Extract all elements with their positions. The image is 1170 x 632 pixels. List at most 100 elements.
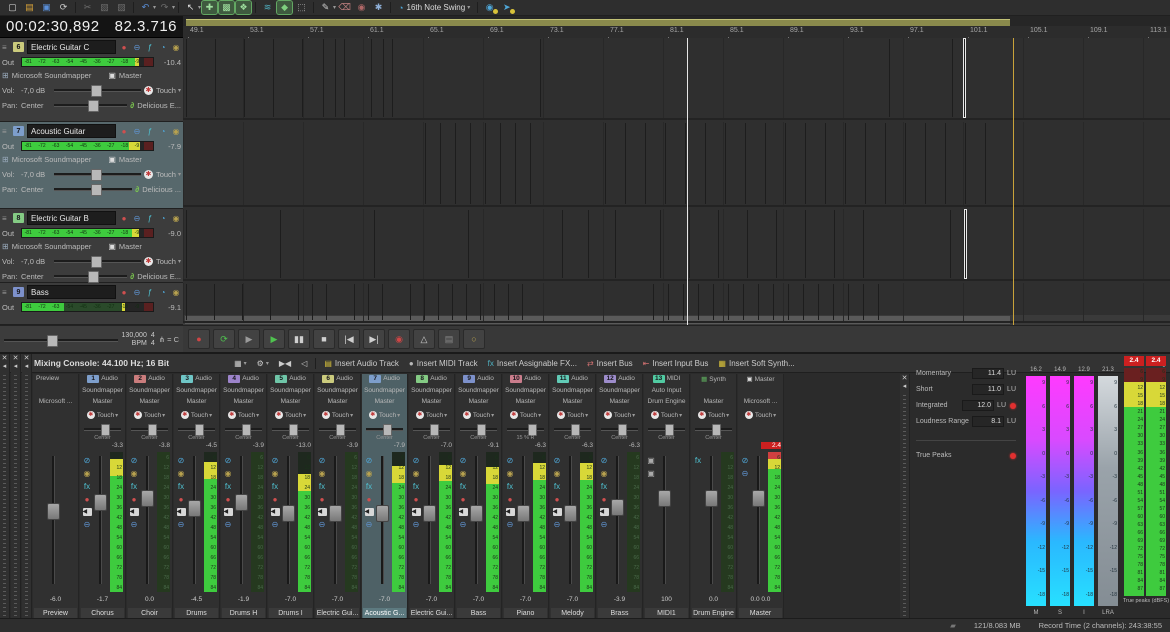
record-button[interactable]: ● xyxy=(188,329,210,349)
automation-mode[interactable]: Touch xyxy=(426,412,443,419)
audio-clip[interactable]: Del+5 xyxy=(785,123,786,204)
copy-icon[interactable]: ▧ xyxy=(97,1,112,14)
device-selector[interactable]: Microsoft Soundmapper xyxy=(12,155,92,164)
audio-clip[interactable]: Del xyxy=(685,123,686,204)
mute-icon[interactable]: ⊖ xyxy=(81,518,93,531)
audio-clip[interactable]: ∂ Del+3 xyxy=(689,210,690,278)
audio-clip[interactable]: ∂ Del xyxy=(805,210,806,278)
redo-icon[interactable]: ↷ xyxy=(157,1,172,14)
mixer-channel-strip[interactable]: 10AudioSoundmapperMaster✱Touch▾15 % R⊘◉f… xyxy=(503,374,549,620)
audio-clip[interactable]: Del-3 ( xyxy=(485,123,486,204)
audio-clip[interactable]: Del xyxy=(455,123,456,204)
solo-icon[interactable]: ◉ xyxy=(410,467,422,480)
pan-value[interactable]: Center xyxy=(21,272,51,281)
audio-clip[interactable]: ∂ Delic-5 (C)fx xyxy=(392,39,393,117)
dropdown-caret-icon[interactable]: ▾ xyxy=(397,412,400,419)
fx-icon[interactable]: fx xyxy=(128,480,140,493)
phase-invert-icon[interactable]: ⊘ xyxy=(316,454,328,467)
fx-chain-name[interactable]: Delicious E... xyxy=(137,272,181,281)
device-selector[interactable]: Microsoft Soundmapper xyxy=(12,242,92,251)
mute-icon[interactable]: ⊖ xyxy=(551,518,563,531)
phase-invert-icon[interactable]: ⊘ xyxy=(128,454,140,467)
track-fx-icon[interactable]: ƒ xyxy=(145,42,155,52)
audio-clip[interactable]: Del xyxy=(818,284,819,320)
track-fx-icon[interactable]: ƒ xyxy=(145,126,155,136)
record-arm-icon[interactable]: ● xyxy=(551,493,563,506)
audio-clip[interactable]: ∂ Del xyxy=(588,210,589,278)
phase-invert-icon[interactable]: ⊘ xyxy=(410,454,422,467)
fx-icon[interactable]: fx xyxy=(551,480,563,493)
pan-slider[interactable] xyxy=(648,424,685,434)
automation-mode[interactable]: Touch xyxy=(473,412,490,419)
automation-settings-icon[interactable]: ✱ xyxy=(416,411,424,419)
automation-settings-icon[interactable]: ✱ xyxy=(322,411,330,419)
event-tool-button[interactable]: ▤ xyxy=(438,329,460,349)
input-monitor-icon[interactable]: ◀ xyxy=(130,508,139,516)
pan-value[interactable]: Center xyxy=(21,101,51,110)
pan-slider[interactable] xyxy=(366,424,403,434)
audio-clip[interactable]: Del-5 ( xyxy=(745,123,746,204)
solo-icon[interactable]: ◉ xyxy=(457,467,469,480)
audio-clip[interactable]: ∂ Delic-3 (A)fx xyxy=(280,210,281,278)
solo-icon[interactable]: ◉ xyxy=(363,467,375,480)
time-signature-bottom[interactable]: 4 xyxy=(151,340,155,348)
automation-settings-icon[interactable]: ✱ xyxy=(510,411,518,419)
insert-input-bus-button[interactable]: ⇤Insert Input Bus xyxy=(643,359,709,368)
mute-icon[interactable]: ⊖ xyxy=(132,287,142,297)
record-arm-icon[interactable]: ● xyxy=(410,493,422,506)
mute-icon[interactable]: ⊖ xyxy=(175,518,187,531)
solo-icon[interactable]: ◉ xyxy=(598,467,610,480)
undo-icon[interactable]: ↶ xyxy=(138,1,153,14)
fader-handle[interactable] xyxy=(47,503,60,520)
audio-clip[interactable]: ∂ Delici xyxy=(242,284,243,320)
stop-button[interactable]: ■ xyxy=(313,329,335,349)
input-monitor-icon[interactable]: ◀ xyxy=(600,508,609,516)
audio-clip[interactable]: Del xyxy=(645,123,646,204)
fx-icon[interactable]: fx xyxy=(269,480,281,493)
audio-clip[interactable]: Del xyxy=(494,284,495,320)
pan-slider-handle[interactable] xyxy=(88,100,99,112)
pan-slider[interactable] xyxy=(601,424,638,434)
audio-clip[interactable]: Del xyxy=(743,284,744,320)
render-loop-icon[interactable]: ⟳ xyxy=(56,1,71,14)
fader-handle[interactable] xyxy=(517,505,530,522)
send-selector[interactable]: Master xyxy=(119,242,142,251)
audio-clip[interactable]: Del xyxy=(725,123,726,204)
audio-clip[interactable]: ∂ Delici xyxy=(186,284,187,320)
fader-handle[interactable] xyxy=(564,505,577,522)
automation-mode[interactable]: Touch xyxy=(285,412,302,419)
dock-handle-1[interactable]: ✕◂ xyxy=(0,354,10,620)
cut-icon[interactable]: ✂ xyxy=(80,1,95,14)
solo-icon[interactable]: ◉ xyxy=(316,467,328,480)
track-grip-icon[interactable]: ≡ xyxy=(2,127,10,136)
track-name-input[interactable]: Electric Guitar C xyxy=(27,40,116,54)
automation-settings-icon[interactable]: ✱ xyxy=(698,411,706,419)
fx-icon[interactable]: fx xyxy=(81,480,93,493)
audio-clip[interactable]: Del xyxy=(508,284,509,320)
fx-icon[interactable]: fx xyxy=(316,480,328,493)
phase-invert-icon[interactable]: ⊘ xyxy=(269,454,281,467)
input-monitor-icon[interactable]: ◀ xyxy=(83,508,92,516)
fx-icon[interactable]: fx xyxy=(222,480,234,493)
dock-handle-meters[interactable]: ✕◂ xyxy=(900,374,910,620)
solo-icon[interactable]: ◉ xyxy=(504,467,516,480)
fx-chain-icon[interactable]: ∂ xyxy=(130,101,134,110)
automation-mode[interactable]: Touch xyxy=(156,86,176,95)
audio-clip[interactable]: Del xyxy=(515,123,516,204)
phase-invert-icon[interactable]: ⊘ xyxy=(81,454,93,467)
automation-settings-icon[interactable]: ✱ xyxy=(87,411,95,419)
audio-clip[interactable]: Del-5 ( xyxy=(825,123,826,204)
audio-clip[interactable]: Del xyxy=(410,284,411,320)
step-record-button[interactable]: ◉ xyxy=(388,329,410,349)
phase-invert-icon[interactable]: ⊘ xyxy=(504,454,516,467)
audio-clip[interactable]: Del xyxy=(889,39,890,117)
interactive-tutorials-icon[interactable]: ◉ xyxy=(482,1,497,14)
automation-settings-icon[interactable]: ✱ xyxy=(181,411,189,419)
audio-clip[interactable]: ∂ Del-5 ( xyxy=(747,210,748,278)
mixer-channel-strip[interactable]: 11AudioSoundmapperMaster✱Touch▾Center⊘◉f… xyxy=(550,374,596,620)
phase-invert-icon[interactable]: ⊘ xyxy=(222,454,234,467)
fader-handle[interactable] xyxy=(94,494,107,511)
fx-chain-name[interactable]: Delicious ... xyxy=(142,185,181,194)
audio-clip[interactable]: ∂ Delic xyxy=(186,39,187,117)
audio-clip[interactable]: Del xyxy=(424,284,425,320)
